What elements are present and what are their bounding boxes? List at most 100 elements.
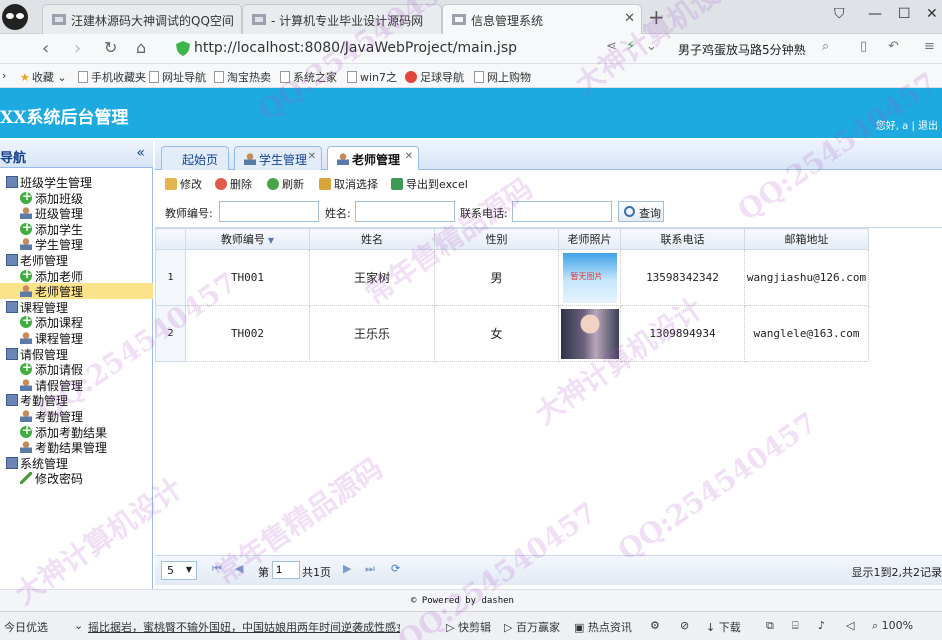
- tab-teacher-management[interactable]: 老师管理 ✕: [327, 146, 419, 170]
- maximize-icon[interactable]: ☐: [898, 6, 911, 22]
- bookmark-win7[interactable]: win7之: [347, 69, 397, 85]
- new-tab-icon[interactable]: +: [648, 5, 665, 29]
- logout-link[interactable]: | 退出: [911, 121, 938, 132]
- tree-item[interactable]: 班级管理: [0, 205, 153, 221]
- cancel-select-button[interactable]: 取消选择: [319, 176, 378, 192]
- collapse-icon[interactable]: «: [136, 145, 145, 161]
- star-icon: ★: [20, 71, 30, 84]
- menu-icon[interactable]: ≡: [924, 39, 935, 54]
- million-winner[interactable]: ▷ 百万赢家: [504, 619, 560, 635]
- page-size-select[interactable]: 5 ▼: [161, 561, 197, 580]
- edit-button[interactable]: 修改: [165, 176, 202, 192]
- clipboard-icon[interactable]: ⌸: [792, 619, 799, 633]
- tree-item[interactable]: 修改密码: [0, 470, 153, 486]
- first-page-icon[interactable]: ⏮: [212, 562, 222, 576]
- phone-input[interactable]: [512, 201, 612, 222]
- browser-tab-strip: 汪建林源码大神调试的QQ空间 - 计算机专业毕业设计源码网 信息管理系统 ✕ +…: [0, 0, 942, 34]
- lightning-icon[interactable]: ⚡: [626, 39, 635, 54]
- browser-tab-2[interactable]: - 计算机专业毕业设计源码网: [242, 4, 442, 34]
- reader-icon[interactable]: ▯: [860, 39, 867, 54]
- tree-item[interactable]: 课程管理: [0, 330, 153, 346]
- column-header-name[interactable]: 姓名: [309, 228, 435, 250]
- share-icon[interactable]: ⋖: [606, 39, 617, 54]
- add-icon: [20, 220, 32, 235]
- bookmark-shopping[interactable]: 网上购物: [474, 69, 531, 85]
- news-ticker[interactable]: 摇比据岩，蜜桃臀不输外国妞，中国姑娘用两年时间逆袭成性感女神: [88, 619, 400, 635]
- shirt-icon[interactable]: ⛉: [834, 6, 845, 22]
- monitor-icon: [6, 394, 18, 407]
- back-icon[interactable]: ‹: [42, 38, 49, 59]
- tree-item[interactable]: 添加请假: [0, 360, 153, 377]
- tree-group[interactable]: 班级学生管理: [0, 174, 153, 190]
- name-input[interactable]: [355, 201, 455, 222]
- tree-item[interactable]: 请假管理: [0, 377, 153, 393]
- tree-group[interactable]: 考勤管理: [0, 392, 153, 408]
- column-header-gender[interactable]: 性别: [434, 228, 559, 250]
- bookmarks-toggle-icon[interactable]: ›: [2, 69, 6, 82]
- bookmark-syszj[interactable]: 系统之家: [280, 69, 337, 85]
- tree-group[interactable]: 请假管理: [0, 346, 153, 362]
- home-icon[interactable]: ⌂: [136, 38, 146, 57]
- last-page-icon[interactable]: ⏭: [365, 562, 375, 576]
- tree-group[interactable]: 老师管理: [0, 252, 153, 268]
- close-tab-icon[interactable]: ✕: [308, 151, 316, 162]
- browser-tab-1[interactable]: 汪建林源码大神调试的QQ空间: [42, 4, 242, 34]
- window-icon[interactable]: ⧉: [766, 619, 774, 633]
- downloads[interactable]: ↓ 下载: [706, 619, 741, 635]
- hot-news[interactable]: ▣ 热点资讯: [574, 619, 632, 635]
- undo-icon[interactable]: ↶: [888, 39, 899, 54]
- zoom-level[interactable]: ⌕ 100%: [872, 619, 913, 633]
- tree-item[interactable]: 添加学生: [0, 220, 153, 237]
- browser-tab-3[interactable]: 信息管理系统 ✕: [442, 4, 642, 34]
- delete-button[interactable]: 删除: [215, 176, 252, 192]
- quick-edit[interactable]: ▷ 快剪辑: [446, 619, 491, 635]
- refresh-button[interactable]: 刷新: [267, 176, 304, 192]
- column-header-teacher-no[interactable]: 教师编号 ▼: [185, 228, 310, 250]
- table-row[interactable]: 1 TH001 王家树 男 暂无图片 13598342342 wangjiash…: [155, 249, 869, 306]
- table-row[interactable]: 2 TH002 王乐乐 女 1309894934 wanglele@163.co…: [155, 305, 869, 362]
- bookmark-favorites[interactable]: ★ 收藏 ⌄: [20, 69, 67, 85]
- column-header-photo[interactable]: 老师照片: [558, 228, 621, 250]
- tree-group[interactable]: 课程管理: [0, 299, 153, 315]
- close-tab-icon[interactable]: ✕: [405, 151, 413, 162]
- bookmark-football[interactable]: 足球导航: [405, 69, 464, 85]
- settings-icon[interactable]: ⚙: [650, 619, 660, 632]
- bookmark-mobile[interactable]: 手机收藏夹: [78, 69, 146, 85]
- tree-item[interactable]: 老师管理: [0, 283, 153, 299]
- bookmark-nav[interactable]: 网址导航: [149, 69, 206, 85]
- mute-icon[interactable]: ◁: [846, 619, 854, 632]
- close-tab-icon[interactable]: ✕: [624, 11, 635, 26]
- export-excel-button[interactable]: 导出到excel: [391, 176, 468, 192]
- tab-student-management[interactable]: 学生管理 ✕: [234, 146, 322, 170]
- tree-item[interactable]: 考勤结果管理: [0, 439, 153, 455]
- speaker-icon[interactable]: ♪: [818, 619, 825, 632]
- daily-picks[interactable]: 今日优选: [4, 619, 48, 635]
- url-field[interactable]: http://localhost:8080/JavaWebProject/mai…: [168, 38, 668, 60]
- tree-group[interactable]: 系统管理: [0, 455, 153, 471]
- prev-page-icon[interactable]: ◀: [235, 562, 243, 575]
- tree-item[interactable]: 添加老师: [0, 267, 153, 284]
- tree-item[interactable]: 考勤管理: [0, 408, 153, 424]
- tree-item[interactable]: 学生管理: [0, 236, 153, 252]
- teacher-no-input[interactable]: [219, 201, 319, 222]
- close-window-icon[interactable]: ✕: [926, 6, 938, 22]
- next-page-icon[interactable]: ▶: [343, 562, 351, 575]
- column-header-phone[interactable]: 联系电话: [620, 228, 745, 250]
- chevron-down-icon[interactable]: ⌄: [646, 39, 657, 54]
- column-header-email[interactable]: 邮箱地址: [744, 228, 869, 250]
- pin-icon[interactable]: ⊘: [680, 619, 689, 632]
- tree-item[interactable]: 添加班级: [0, 189, 153, 206]
- headline-text[interactable]: 男子鸡蛋放马路5分钟熟: [678, 41, 806, 58]
- bookmark-taobao[interactable]: 淘宝热卖: [214, 69, 271, 85]
- tree-item[interactable]: 添加考勤结果: [0, 423, 153, 440]
- reload-icon[interactable]: ↻: [104, 38, 117, 57]
- query-button[interactable]: 查询: [618, 201, 664, 222]
- page-number-input[interactable]: [272, 561, 300, 579]
- reload-icon[interactable]: ⟳: [391, 562, 400, 575]
- forward-icon[interactable]: ›: [74, 38, 81, 59]
- tab-home[interactable]: 起始页: [161, 146, 229, 170]
- search-icon[interactable]: ⌕: [822, 39, 829, 54]
- minimize-icon[interactable]: —: [868, 6, 882, 22]
- tree-item[interactable]: 添加课程: [0, 313, 153, 330]
- person-icon: [20, 285, 32, 298]
